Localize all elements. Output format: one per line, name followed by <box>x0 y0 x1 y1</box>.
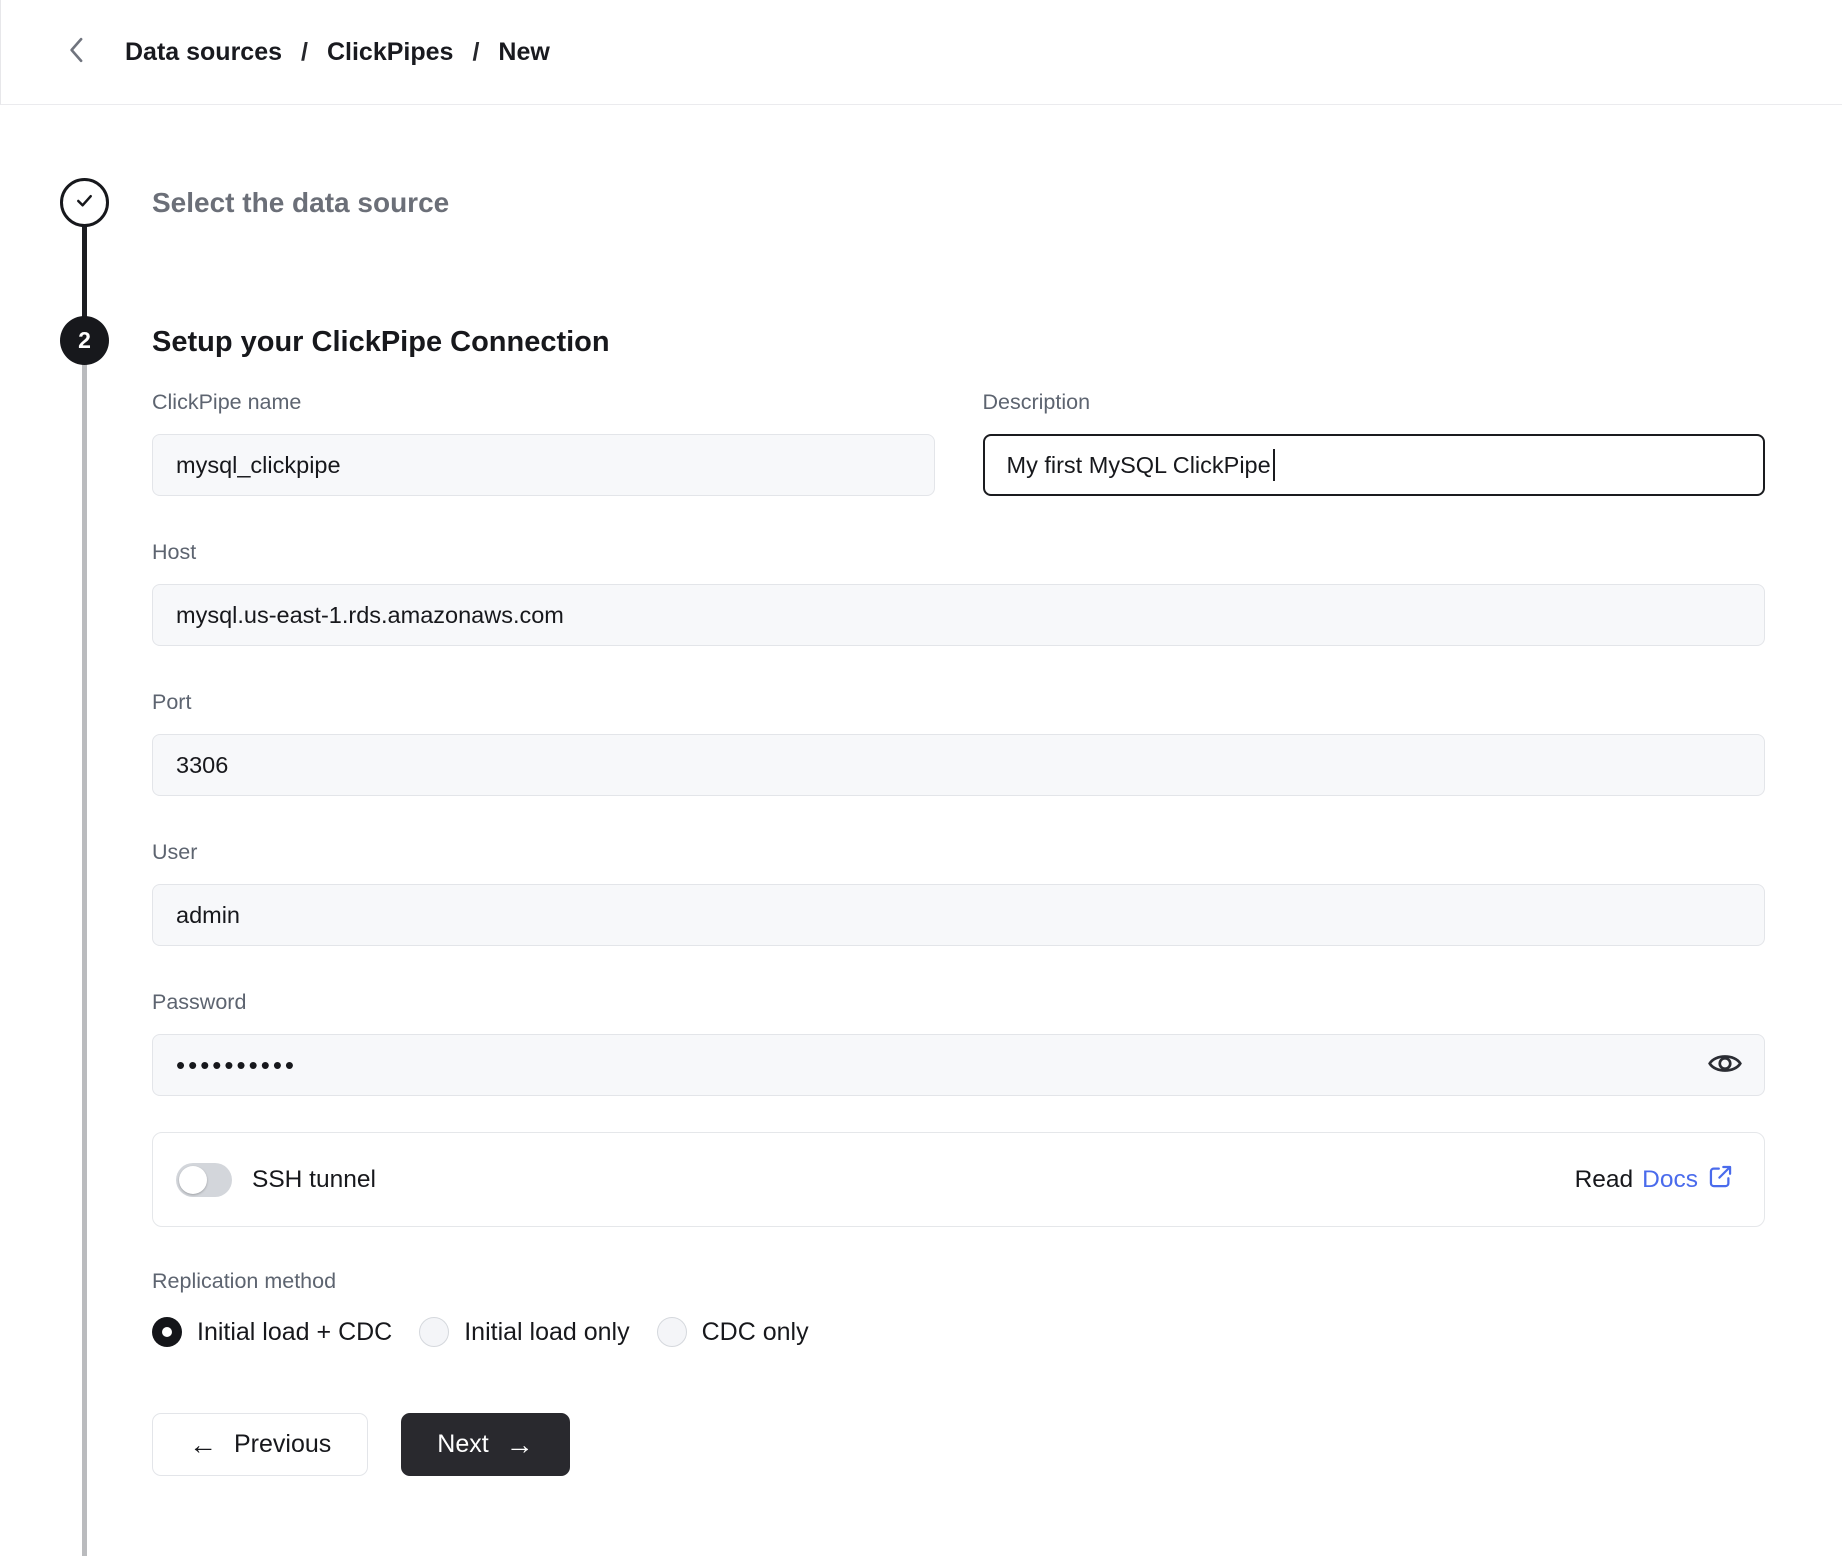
host-label: Host <box>152 540 1765 564</box>
arrow-left-icon: ← <box>189 1431 217 1459</box>
description-value: My first MySQL ClickPipe <box>1007 452 1271 479</box>
step2-number-badge: 2 <box>60 316 109 365</box>
read-text: Read <box>1575 1166 1634 1194</box>
breadcrumb-item-clickpipes[interactable]: ClickPipes <box>327 38 453 67</box>
step1-completed-indicator <box>60 178 109 227</box>
eye-icon <box>1708 1050 1742 1080</box>
replication-method-options: Initial load + CDC Initial load only CDC… <box>152 1317 1765 1347</box>
radio-initial-load-only[interactable]: Initial load only <box>419 1317 629 1347</box>
user-input[interactable] <box>152 884 1765 946</box>
description-label: Description <box>983 390 1766 414</box>
user-label: User <box>152 840 1765 864</box>
radio-unselected-icon[interactable] <box>419 1317 449 1347</box>
check-icon <box>73 189 96 217</box>
stepper-connector-active <box>82 225 87 318</box>
radio-label: Initial load + CDC <box>197 1318 392 1347</box>
description-input[interactable]: My first MySQL ClickPipe <box>983 434 1766 496</box>
radio-label: CDC only <box>702 1318 809 1347</box>
port-input[interactable] <box>152 734 1765 796</box>
next-button[interactable]: Next → <box>401 1413 569 1476</box>
password-visibility-button[interactable] <box>1699 1041 1751 1089</box>
chevron-left-icon <box>69 37 84 68</box>
radio-unselected-icon[interactable] <box>657 1317 687 1347</box>
password-label: Password <box>152 990 1765 1014</box>
breadcrumb-item-data-sources[interactable]: Data sources <box>125 38 282 67</box>
replication-method-label: Replication method <box>152 1269 1765 1293</box>
radio-initial-load-cdc[interactable]: Initial load + CDC <box>152 1317 392 1347</box>
back-button[interactable] <box>69 32 103 72</box>
breadcrumb-bar: Data sources / ClickPipes / New <box>0 0 1842 105</box>
next-button-label: Next <box>437 1430 488 1459</box>
radio-cdc-only[interactable]: CDC only <box>657 1317 809 1347</box>
docs-link[interactable]: Docs <box>1642 1166 1698 1194</box>
ssh-tunnel-card: SSH tunnel Read Docs <box>152 1132 1765 1227</box>
previous-button[interactable]: ← Previous <box>152 1413 368 1476</box>
breadcrumb-separator: / <box>301 38 308 67</box>
ssh-tunnel-label: SSH tunnel <box>252 1166 376 1194</box>
clickpipe-name-input[interactable] <box>152 434 935 496</box>
step1-title: Select the data source <box>152 187 449 219</box>
wizard-body: 2 Select the data source Setup your Clic… <box>0 105 1842 1556</box>
host-input[interactable] <box>152 584 1765 646</box>
text-cursor <box>1273 449 1275 481</box>
step2-title: Setup your ClickPipe Connection <box>152 326 610 359</box>
password-input[interactable] <box>152 1034 1765 1096</box>
breadcrumb: Data sources / ClickPipes / New <box>125 38 550 67</box>
arrow-right-icon: → <box>506 1431 534 1459</box>
stepper-connector-inactive <box>82 363 87 1556</box>
clickpipe-name-label: ClickPipe name <box>152 390 935 414</box>
breadcrumb-item-new: New <box>498 38 549 67</box>
breadcrumb-separator: / <box>472 38 479 67</box>
port-label: Port <box>152 690 1765 714</box>
toggle-knob <box>179 1166 207 1194</box>
external-link-icon[interactable] <box>1707 1163 1734 1197</box>
radio-label: Initial load only <box>464 1318 629 1347</box>
ssh-tunnel-toggle[interactable] <box>176 1163 232 1197</box>
clickpipe-connection-form: ClickPipe name Description My first MySQ… <box>152 390 1765 1476</box>
radio-selected-icon[interactable] <box>152 1317 182 1347</box>
previous-button-label: Previous <box>234 1430 331 1459</box>
